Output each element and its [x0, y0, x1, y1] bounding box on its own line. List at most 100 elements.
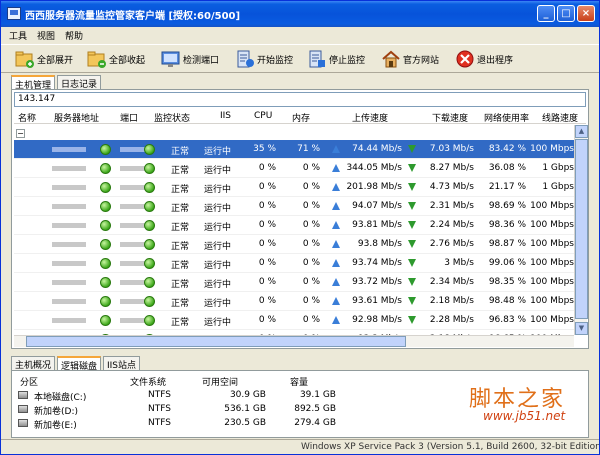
- disk-col-filesystem[interactable]: 文件系统: [130, 375, 166, 388]
- title-bar[interactable]: 西西服务器流量监控管家客户端 [授权:60/500] _ □ ×: [1, 1, 599, 27]
- vertical-scrollbar[interactable]: ▲ ▼: [574, 125, 588, 335]
- menu-tools[interactable]: 工具: [9, 29, 27, 42]
- collapse-all-button[interactable]: 全部收起: [87, 48, 145, 70]
- group-row[interactable]: −: [14, 126, 574, 140]
- server-name-redacted: [52, 299, 86, 304]
- cell-iis: 运行中: [204, 261, 232, 271]
- cell-network-usage: 21.17 %: [488, 182, 526, 192]
- disk-col-free-space[interactable]: 可用空间: [202, 375, 238, 388]
- table-row[interactable]: 正常 运行中 35 % 71 % 74.44 Mb/s 7.03 Mb/s 83.42 % 1…: [14, 140, 574, 159]
- col-line-speed[interactable]: 线路速度: [542, 111, 578, 124]
- cell-cpu: 0 %: [258, 201, 276, 211]
- table-row[interactable]: 正常 运行中 0 % 0 % 92.98 Mb/s 2.28 Mb/s 96.83 % 100…: [14, 311, 574, 330]
- horizontal-scrollbar[interactable]: [14, 335, 574, 347]
- col-server-address[interactable]: 服务器地址: [54, 111, 99, 124]
- col-cpu[interactable]: CPU: [254, 111, 272, 121]
- col-upload-speed[interactable]: 上传速度: [352, 111, 388, 124]
- tab-host-management[interactable]: 主机管理: [11, 75, 56, 91]
- disk-free: 30.9 GB: [229, 390, 266, 400]
- table-row[interactable]: 正常 运行中 0 % 0 % 93.74 Mb/s 3 Mb/s 99.06 % 100 Mb…: [14, 254, 574, 273]
- horizontal-scroll-thumb[interactable]: [26, 336, 406, 347]
- monitor-ok-icon: [144, 201, 155, 212]
- search-input[interactable]: 143.147: [14, 92, 586, 107]
- cell-cpu: 0 %: [258, 163, 276, 173]
- port-redacted: [120, 223, 146, 228]
- disk-name: 新加卷(E:): [34, 421, 77, 431]
- col-monitor-status[interactable]: 监控状态: [154, 111, 190, 124]
- tab-logical-disk[interactable]: 逻辑磁盘: [57, 356, 102, 372]
- cell-iis: 运行中: [204, 299, 232, 309]
- cell-network-usage: 98.36 %: [488, 220, 526, 230]
- download-icon: [408, 202, 416, 210]
- col-network-usage[interactable]: 网络使用率: [484, 111, 529, 124]
- table-row[interactable]: 正常 运行中 0 % 0 % 344.05 Mb/s 8.27 Mb/s 36.08 % 1 …: [14, 159, 574, 178]
- exit-program-button[interactable]: 退出程序: [455, 48, 513, 70]
- cell-upload: 92.98 Mb/s: [352, 315, 402, 325]
- port-redacted: [120, 242, 146, 247]
- cell-download: 2.31 Mb/s: [429, 201, 474, 211]
- monitor-ok-icon: [144, 239, 155, 250]
- menu-help[interactable]: 帮助: [65, 29, 83, 42]
- maximize-button[interactable]: □: [557, 5, 575, 22]
- start-monitor-button[interactable]: 开始监控: [235, 48, 293, 70]
- scroll-thumb[interactable]: [575, 139, 588, 319]
- cell-iis: 运行中: [204, 185, 232, 195]
- cell-download: 2.24 Mb/s: [429, 220, 474, 230]
- col-iis[interactable]: IIS: [220, 111, 231, 121]
- table-row[interactable]: 正常 运行中 0 % 0 % 201.98 Mb/s 4.73 Mb/s 21.17 % 1 …: [14, 178, 574, 197]
- collapse-icon[interactable]: −: [16, 129, 25, 138]
- table-row[interactable]: 正常 运行中 0 % 0 % 93.81 Mb/s 2.24 Mb/s 98.36 % 100…: [14, 216, 574, 235]
- cell-status: 正常: [171, 147, 190, 157]
- col-name[interactable]: 名称: [18, 111, 36, 124]
- cell-status: 正常: [171, 280, 190, 290]
- cell-line-speed: 100 Mbps: [530, 296, 574, 306]
- scroll-down-icon[interactable]: ▼: [575, 322, 588, 335]
- stop-monitor-button[interactable]: 停止监控: [307, 48, 365, 70]
- os-status-text: Windows XP Service Pack 3 (Version 5.1, …: [301, 442, 600, 452]
- cell-memory: 0 %: [302, 315, 320, 325]
- expand-all-button[interactable]: 全部展开: [15, 48, 73, 70]
- download-icon: [408, 316, 416, 324]
- cell-upload: 93.72 Mb/s: [352, 277, 402, 287]
- col-port[interactable]: 端口: [120, 111, 138, 124]
- disk-col-partition[interactable]: 分区: [20, 375, 38, 388]
- cell-upload: 93.74 Mb/s: [352, 258, 402, 268]
- cell-cpu: 35 %: [253, 144, 276, 154]
- menu-view[interactable]: 视图: [37, 29, 55, 42]
- official-site-button[interactable]: 官方网站: [381, 48, 439, 70]
- cell-line-speed: 100 Mbps: [530, 144, 574, 154]
- port-redacted: [120, 318, 146, 323]
- table-row[interactable]: 正常 运行中 0 % 0 % 93.61 Mb/s 2.18 Mb/s 98.48 % 100…: [14, 292, 574, 311]
- col-download-speed[interactable]: 下载速度: [432, 111, 468, 124]
- close-button[interactable]: ×: [577, 5, 595, 22]
- disk-filesystem: NTFS: [148, 404, 171, 414]
- cell-iis: 运行中: [204, 166, 232, 176]
- port-redacted: [120, 166, 146, 171]
- cell-upload: 93.8 Mb/s: [357, 239, 402, 249]
- tab-log-records[interactable]: 日志记录: [57, 75, 102, 90]
- disk-col-capacity[interactable]: 容量: [290, 375, 308, 388]
- hard-disk-icon: [18, 405, 28, 413]
- cell-cpu: 0 %: [258, 315, 276, 325]
- port-redacted: [120, 204, 146, 209]
- tab-host-overview[interactable]: 主机概况: [11, 356, 56, 371]
- exit-icon: [455, 49, 475, 69]
- folder-expand-icon: [15, 49, 35, 69]
- cell-download: 2.34 Mb/s: [429, 277, 474, 287]
- cell-memory: 0 %: [302, 296, 320, 306]
- server-name-redacted: [52, 147, 86, 152]
- download-icon: [408, 164, 416, 172]
- cell-memory: 0 %: [302, 277, 320, 287]
- table-row[interactable]: 正常 运行中 0 % 0 % 94.07 Mb/s 2.31 Mb/s 98.69 % 100…: [14, 197, 574, 216]
- scroll-up-icon[interactable]: ▲: [575, 125, 588, 138]
- port-redacted: [120, 185, 146, 190]
- port-redacted: [120, 147, 146, 152]
- check-port-button[interactable]: 检测端口: [161, 48, 219, 70]
- cell-upload: 344.05 Mb/s: [346, 163, 402, 173]
- disk-capacity: 892.5 GB: [294, 404, 336, 414]
- minimize-button[interactable]: _: [537, 5, 555, 22]
- table-row[interactable]: 正常 运行中 0 % 0 % 93.8 Mb/s 2.76 Mb/s 98.87 % 100 …: [14, 235, 574, 254]
- table-row[interactable]: 正常 运行中 0 % 0 % 93.72 Mb/s 2.34 Mb/s 98.35 % 100…: [14, 273, 574, 292]
- tab-iis-sites[interactable]: IIS站点: [103, 356, 141, 371]
- col-memory[interactable]: 内存: [292, 111, 310, 124]
